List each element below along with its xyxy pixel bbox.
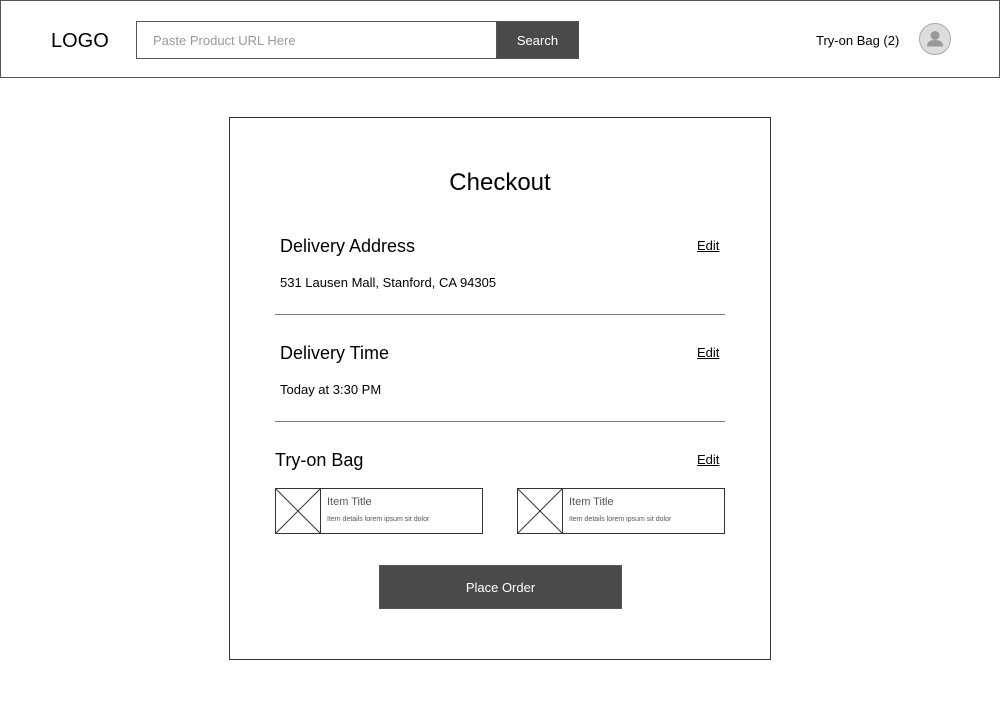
- divider: [275, 314, 725, 315]
- item-details: Item details lorem ipsum sit dolor: [327, 516, 430, 523]
- delivery-time-value: Today at 3:30 PM: [280, 382, 382, 397]
- try-on-bag-heading: Try-on Bag: [275, 450, 364, 470]
- delivery-time-heading: Delivery Time: [280, 343, 390, 363]
- image-placeholder-icon: [517, 488, 563, 534]
- try-on-bag-link[interactable]: Try-on Bag (2): [816, 33, 899, 49]
- delivery-address-value: 531 Lausen Mall, Stanford, CA 94305: [280, 275, 497, 290]
- item-title: Item Title: [327, 496, 372, 508]
- edit-try-on-bag-link[interactable]: Edit: [697, 452, 719, 468]
- image-placeholder-icon: [275, 488, 321, 534]
- item-title: Item Title: [569, 496, 614, 508]
- item-details: Item details lorem ipsum sit dolor: [569, 516, 672, 523]
- search-button[interactable]: Search: [496, 21, 579, 59]
- product-url-input[interactable]: [136, 21, 496, 59]
- divider: [275, 421, 725, 422]
- bag-item-card[interactable]: Item Title Item details lorem ipsum sit …: [275, 488, 483, 534]
- place-order-button[interactable]: Place Order: [379, 565, 622, 609]
- edit-delivery-address-link[interactable]: Edit: [697, 238, 719, 254]
- delivery-address-heading: Delivery Address: [280, 236, 416, 256]
- user-avatar-icon[interactable]: [919, 23, 951, 55]
- top-header: LOGO Search Try-on Bag (2): [0, 0, 1000, 78]
- bag-item-card[interactable]: Item Title Item details lorem ipsum sit …: [517, 488, 725, 534]
- checkout-panel: Checkout Delivery Address Edit 531 Lause…: [229, 117, 771, 660]
- page-title: Checkout: [449, 169, 551, 196]
- edit-delivery-time-link[interactable]: Edit: [697, 345, 719, 361]
- logo[interactable]: LOGO: [51, 29, 109, 53]
